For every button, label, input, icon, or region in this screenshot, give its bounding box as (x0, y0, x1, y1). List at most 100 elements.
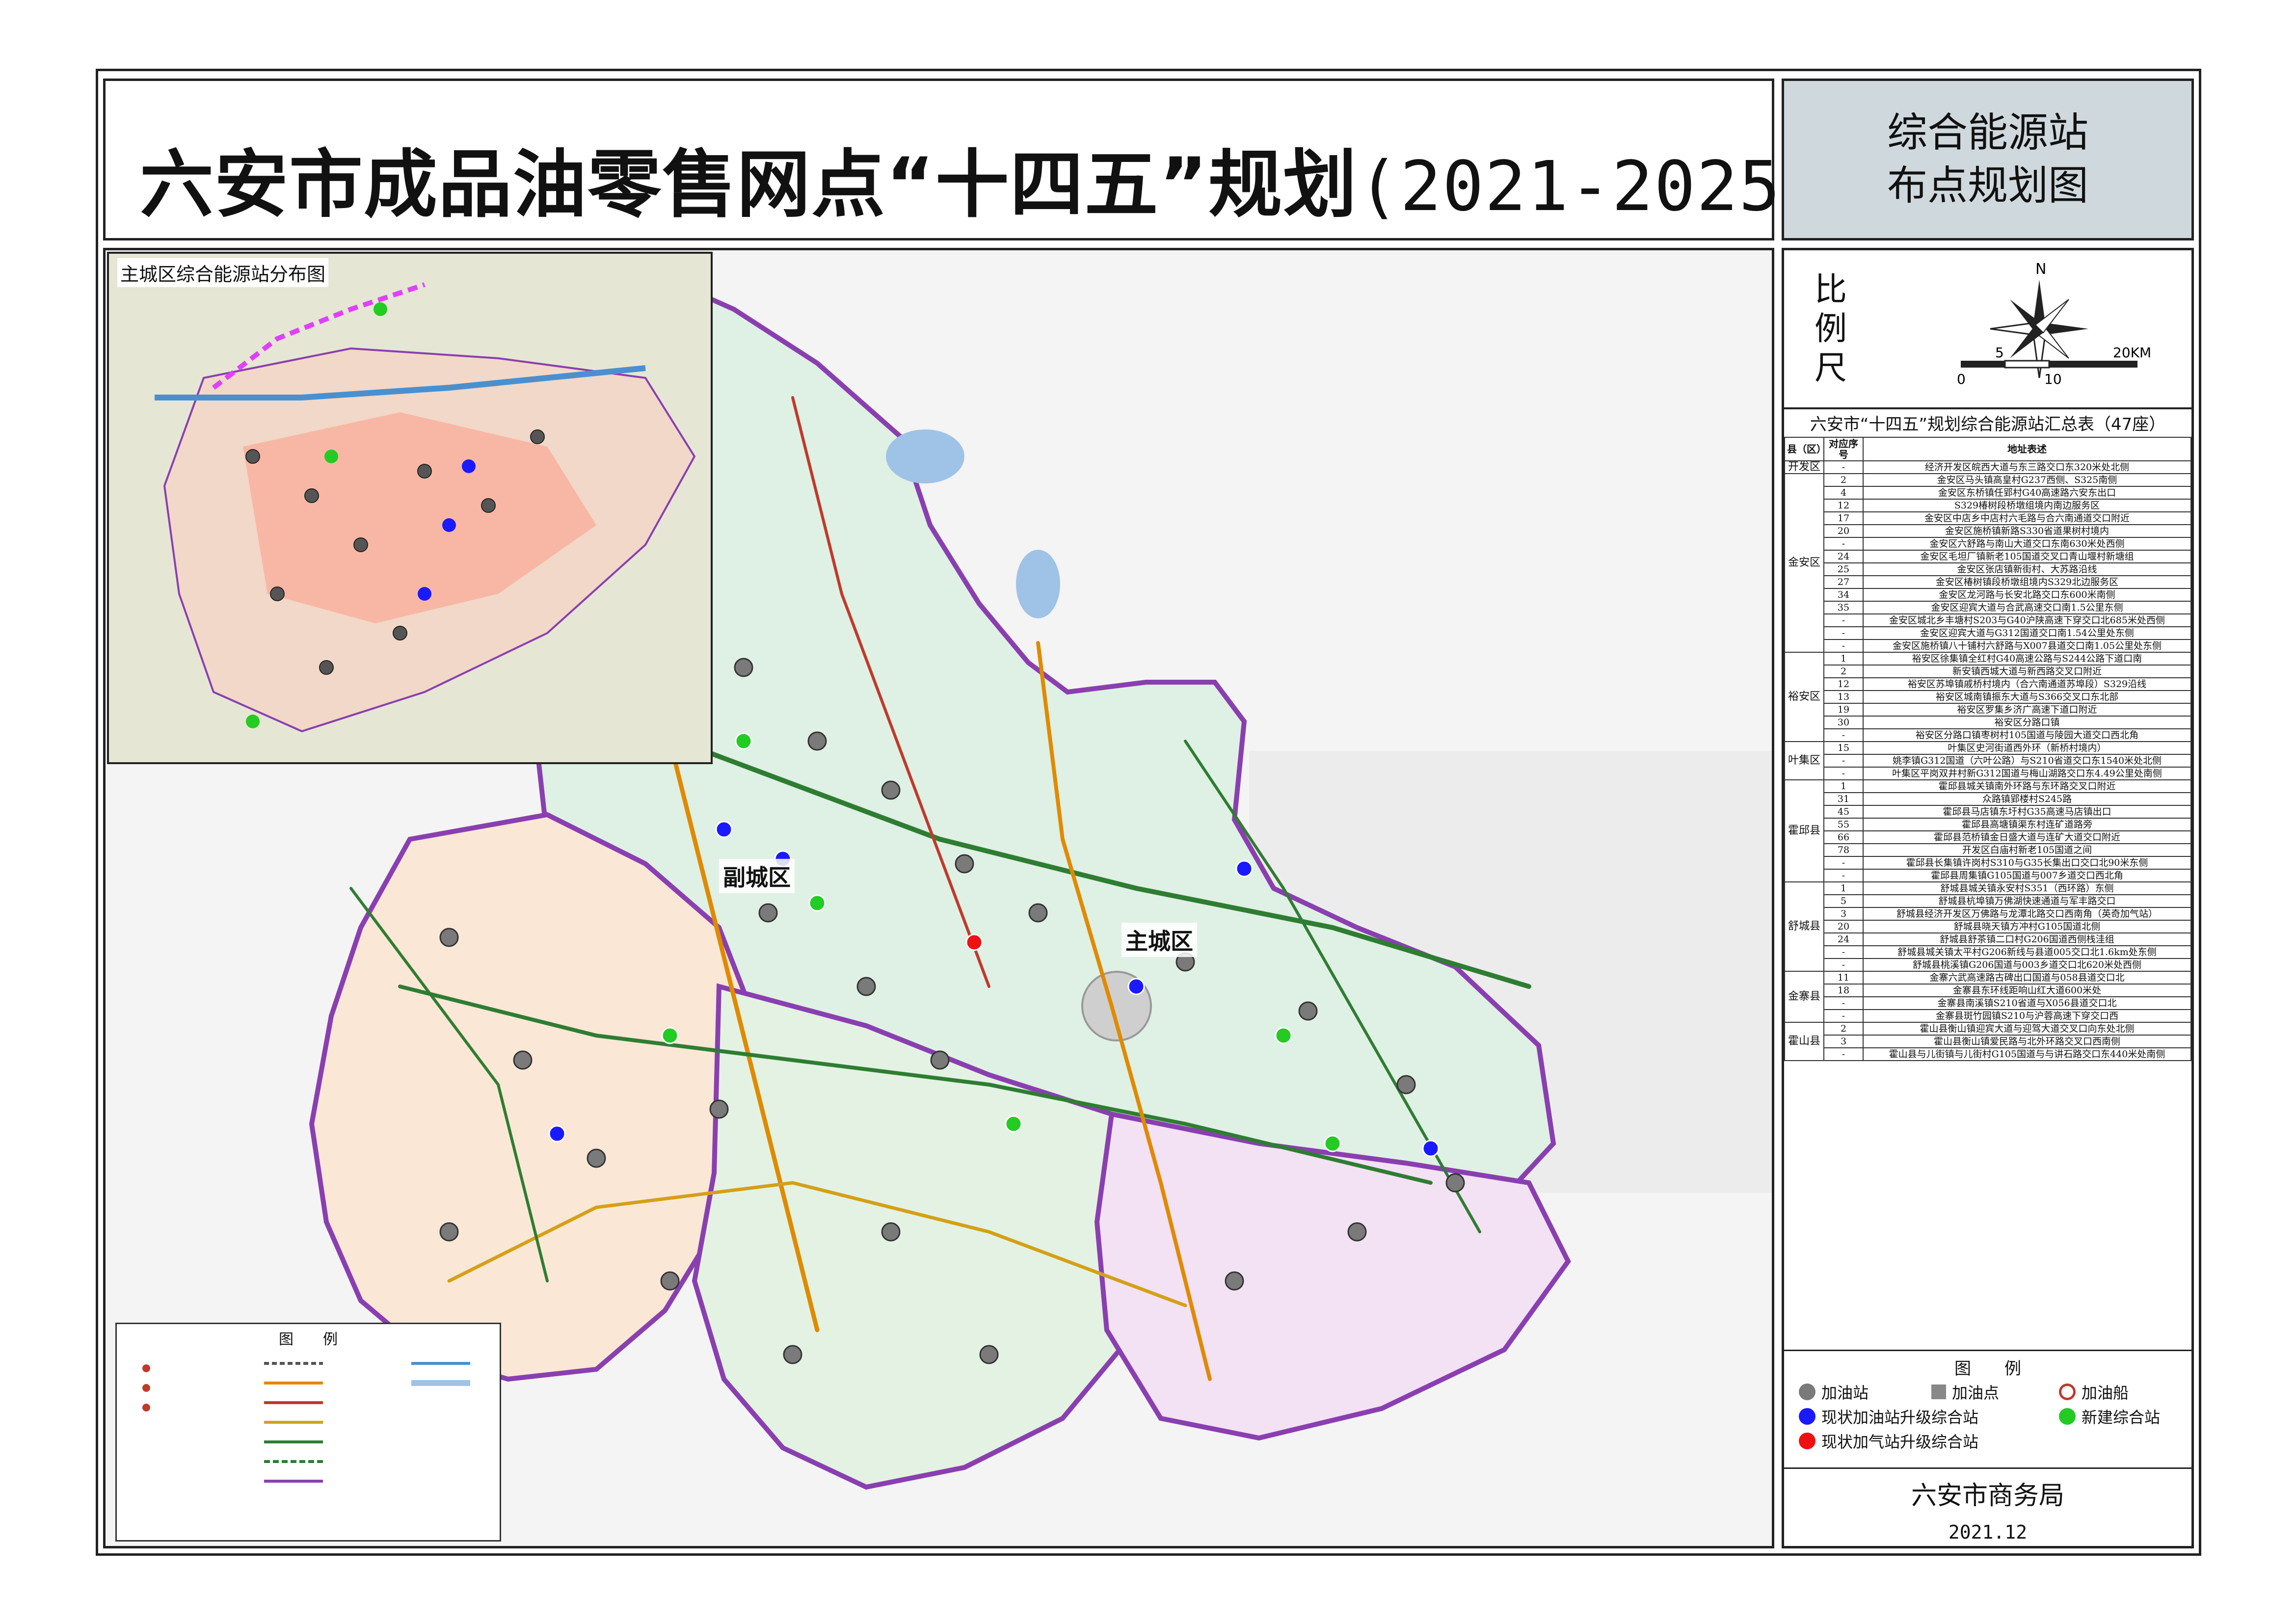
map-legend-symbols (142, 1362, 470, 1483)
legend-new-station: 新建综合站 (2059, 1405, 2160, 1428)
address-cell: S329椿树段桥墩组境内南边服务区 (1863, 499, 2191, 512)
table-row: 24 舒城县舒茶镇二口村G206国道西侧栈洼组 (1785, 932, 2191, 946)
inset-title: 主城区综合能源站分布图 (117, 258, 329, 287)
county-cell: 叶集区 (1784, 741, 1824, 780)
red-dot-icon (1799, 1433, 1815, 1449)
address-cell: 舒城县经济开发区万佛路与龙潭北路交口西南角（英奇加气站） (1863, 907, 2191, 921)
table-row: 66 霍邱县范桥镇金日盛大道与连矿大道交口附近 (1785, 830, 2191, 844)
address-cell: 裕安区分路口镇枣树村105国道与陵园大道交口西北角 (1863, 728, 2191, 742)
table-row: 25 金安区张店镇新街村、大苏路沿线 (1785, 562, 2191, 576)
table-row: 20 舒城县晓天镇方冲村G105国道北侧 (1785, 920, 2191, 933)
address-cell: 金安区椿树镇段桥墩组境内S329北边服务区 (1863, 575, 2191, 589)
summary-title: 六安市“十四五”规划综合能源站汇总表（47座） (1810, 415, 2166, 434)
boat-icon (2059, 1384, 2076, 1400)
address-cell: 霍邱县长集镇许岗村S310与G35长集出口交口北90米东侧 (1863, 856, 2191, 870)
table-row: - 霍邱县长集镇许岗村S310与G35长集出口交口北90米东侧 (1785, 856, 2191, 870)
scale-box: 比 例 尺 N 5 20KM 0 10 (1784, 250, 2191, 409)
legend-box: 图 例 加油站 加油点 加油船 现状加油站升级综合站 新建综合站 现状加气站升级… (1784, 1350, 2191, 1464)
table-row: - 叶集区平岗双井村新G312国道与梅山湖路交口东4.49公里处南侧 (1785, 767, 2191, 780)
number-cell: - (1823, 945, 1864, 959)
number-cell: 78 (1823, 843, 1864, 857)
number-cell: 5 (1823, 894, 1864, 908)
address-cell: 金安区六舒路与南山大道交口东南630米处西侧 (1863, 537, 2191, 551)
address-cell: 金寨六武高速路古碑出口国道与058县道交口北 (1863, 971, 2191, 985)
table-row: 开发区 - 经济开发区皖西大道与东三路交口东320米处北侧 (1784, 460, 2191, 474)
number-cell: - (1823, 626, 1864, 640)
title-main: 六安市成品油零售网点“十四五”规划 (140, 142, 1358, 228)
table-row: 55 霍邱县高塘镇渠东村连矿道路旁 (1785, 818, 2191, 831)
number-cell: 18 (1823, 984, 1864, 997)
address-cell: 金安区毛坦厂镇新老105国道交叉口青山堰村新塘组 (1863, 550, 2191, 563)
table-row: 19 裕安区罗集乡济广高速下道口附近 (1785, 703, 2191, 717)
address-cell: 姚李镇G312国道（六叶公路）与S210省道交口东1540米处北侧 (1863, 754, 2191, 768)
table-row: - 金安区城北乡丰塘村S203与G40沪陕高速下穿交口北685米处西侧 (1785, 613, 2191, 627)
header-line-2: 布点规划图 (1887, 162, 2088, 209)
address-cell: 舒城县杭埠镇万佛湖快速通道与军丰路交口 (1863, 894, 2191, 908)
table-row: 叶集区 15 叶集区史河街道西外环（新桥村境内） (1784, 741, 2191, 780)
table-row: 78 开发区白庙村新老105国道之间 (1785, 843, 2191, 857)
county-cell: 舒城县 (1784, 881, 1824, 972)
number-cell: - (1823, 856, 1864, 870)
map-area: 主城区综合能源站分布图 副城区 主城区 图 例 (103, 248, 1774, 1548)
table-row: 18 金寨县东环线距响山红大道600米处 (1785, 984, 2191, 997)
number-cell: - (1823, 869, 1864, 882)
address-cell: 霍邱县马店镇东圩村G35高速马店镇出口 (1863, 805, 2191, 819)
number-cell: 12 (1823, 499, 1864, 512)
legend-upgraded-cng: 现状加气站升级综合站 (1799, 1430, 1978, 1452)
address-cell: 经济开发区皖西大道与东三路交口东320米处北侧 (1863, 460, 2191, 474)
blue-dot-icon (1799, 1408, 1815, 1425)
address-cell: 众路镇郢楼村S245路 (1863, 792, 2191, 806)
legend-gas-point: 加油点 (1931, 1381, 1999, 1403)
number-cell: - (1823, 613, 1864, 627)
address-cell: 舒城县桃溪镇G206国道与003乡道交口北620米处西侧 (1863, 958, 2191, 972)
number-cell: 31 (1823, 792, 1864, 806)
stations-body: 开发区 - 经济开发区皖西大道与东三路交口东320米处北侧 金安区 2 金安区马头镇高皇村… (1784, 460, 2191, 1061)
address-cell: 叶集区平岗双井村新G312国道与梅山湖路交口东4.49公里处南侧 (1863, 767, 2191, 780)
table-row: 12 裕安区苏埠镇戚桥村境内（合六南通道苏埠段）S329沿线 (1785, 677, 2191, 691)
number-cell: - (1823, 1047, 1864, 1061)
number-cell: - (1823, 996, 1864, 1010)
address-cell: 霍邱县周集镇G105国道与007乡道交口西北角 (1863, 869, 2191, 882)
county-cell: 金安区 (1784, 473, 1824, 653)
address-cell: 霍山县与儿街镇与儿街村G105国道与与讲石路交口东440米处南侧 (1863, 1047, 2191, 1061)
north-label: N (2035, 261, 2046, 278)
address-cell: 金安区中店乡中店村六毛路与合六南通道交口附近 (1863, 511, 2191, 525)
address-cell: 金寨县东环线距响山红大道600米处 (1863, 984, 2191, 997)
table-row: 34 金安区龙河路与长安北路交口东600米南侧 (1785, 588, 2191, 602)
address-cell: 金寨县南溪镇S210省道与X056县道交口北 (1863, 996, 2191, 1010)
address-cell: 叶集区史河街道西外环（新桥村境内） (1863, 741, 2191, 755)
address-cell: 开发区白庙村新老105国道之间 (1863, 843, 2191, 857)
table-row: 霍邱县 1 霍邱县城关镇南外环路与东环路交叉口附近 (1784, 779, 2191, 882)
number-cell: 30 (1823, 716, 1864, 729)
number-cell: - (1823, 1009, 1864, 1023)
table-row: 45 霍邱县马店镇东圩村G35高速马店镇出口 (1785, 805, 2191, 819)
number-cell: 15 (1823, 741, 1864, 755)
table-row: 24 金安区毛坦厂镇新老105国道交叉口青山堰村新塘组 (1785, 550, 2191, 563)
header-address: 地址表述 (1863, 437, 2191, 461)
table-row: - 舒城县桃溪镇G206国道与003乡道交口北620米处西侧 (1785, 958, 2191, 972)
header-no: 对应序号 (1823, 437, 1864, 461)
address-cell: 金安区迎宾大道与合武高速交口南1.5公里东侧 (1863, 601, 2191, 614)
address-cell: 裕安区罗集乡济广高速下道口附近 (1863, 703, 2191, 717)
number-cell: - (1823, 639, 1864, 653)
number-cell: - (1823, 958, 1864, 972)
label-main-city: 主城区 (1121, 923, 1197, 957)
table-row: 3 舒城县经济开发区万佛路与龙潭北路交口西南角（英奇加气站） (1785, 907, 2191, 921)
table-row: - 舒城县城关镇太平村G206新线与县道005交口北1.6km处东侧 (1785, 945, 2191, 959)
number-cell: 24 (1823, 932, 1864, 946)
table-row: 27 金安区椿树镇段桥墩组境内S329北边服务区 (1785, 575, 2191, 589)
address-cell: 金寨县斑竹园镇S210与沪蓉高速下穿交口西 (1863, 1009, 2191, 1023)
table-row: 17 金安区中店乡中店村六毛路与合六南通道交口附近 (1785, 511, 2191, 525)
table-row: - 霍邱县周集镇G105国道与007乡道交口西北角 (1785, 869, 2191, 882)
address-cell: 金安区张店镇新街村、大苏路沿线 (1863, 562, 2191, 576)
number-cell: - (1823, 754, 1864, 768)
address-cell: 舒城县晓天镇方冲村G105国道北侧 (1863, 920, 2191, 933)
header-county: 县（区） (1784, 437, 1826, 461)
table-row: 20 金安区施桥镇新路S330省道果树村境内 (1785, 524, 2191, 538)
number-cell: 66 (1823, 830, 1864, 844)
number-cell: 55 (1823, 818, 1864, 831)
number-cell: 25 (1823, 562, 1864, 576)
table-row: - 裕安区分路口镇枣树村105国道与陵园大道交口西北角 (1785, 728, 2191, 742)
number-cell: 11 (1823, 971, 1864, 985)
table-row: 31 众路镇郢楼村S245路 (1785, 792, 2191, 806)
